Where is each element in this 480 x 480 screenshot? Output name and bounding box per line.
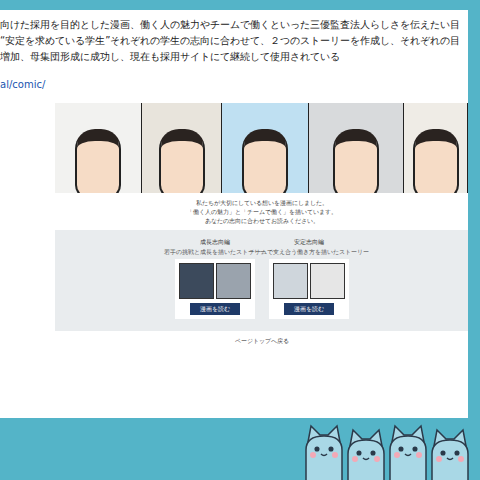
story-title: 成長志向編	[200, 238, 230, 246]
manga-cell	[179, 263, 214, 299]
side-strip	[468, 10, 480, 418]
manga-cell	[310, 263, 345, 299]
lead-line: あなたの志向に合わせてお読みください。	[205, 217, 319, 225]
banner-panel	[404, 103, 468, 193]
lead-line: 私たちが大切にしている想いを漫画にしました。	[196, 199, 328, 207]
cats-icon	[302, 422, 474, 480]
manga-cell	[216, 263, 251, 299]
banner-panel	[55, 103, 142, 193]
intro-line: 増加、母集団形成に成功し、現在も採用サイトにて継続して使用されている	[0, 51, 468, 63]
read-button[interactable]: 漫画を読む	[284, 303, 334, 315]
face-icon	[413, 129, 459, 193]
slide: 向けた採用を目的とした漫画、働く人の魅力やチームで働くといった三優監査法人らしさ…	[0, 0, 480, 480]
read-button[interactable]: 漫画を読む	[190, 303, 240, 315]
story-card: 成長志向編若手の挑戦と成長を描いたストーリー漫画を読む	[173, 238, 257, 319]
face-icon	[242, 129, 288, 193]
content: 向けた採用を目的とした漫画、働く人の魅力やチームで働くといった三優監査法人らしさ…	[0, 10, 468, 418]
bottom-band	[0, 418, 480, 480]
top-strip	[0, 0, 480, 10]
manga-preview	[179, 263, 251, 299]
story-card: 安定志向編チームで支え合う働き方を描いたストーリー漫画を読む	[267, 238, 351, 319]
banner-panel	[222, 103, 309, 193]
back-to-top[interactable]: ページトップへ戻る	[55, 331, 468, 353]
story-box: 漫画を読む	[175, 259, 255, 319]
banner-panel	[309, 103, 404, 193]
comic-link[interactable]: al/comic/	[0, 79, 468, 91]
manga-preview	[273, 263, 345, 299]
intro-line: “安定を求めている学生”それぞれの学生の志向に合わせて、２つのストーリーを作成し…	[0, 35, 468, 47]
site-screenshot: 私たちが大切にしている想いを漫画にしました。「働く人の魅力」と「チームで働く」を…	[55, 103, 468, 353]
banner-panel	[142, 103, 221, 193]
story-box: 漫画を読む	[269, 259, 349, 319]
story-body: チームで支え合う働き方を描いたストーリー	[249, 249, 369, 256]
manga-cell	[273, 263, 308, 299]
intro: 向けた採用を目的とした漫画、働く人の魅力やチームで働くといった三優監査法人らしさ…	[0, 10, 468, 63]
face-icon	[159, 129, 205, 193]
story-section: 成長志向編若手の挑戦と成長を描いたストーリー漫画を読む安定志向編チームで支え合う…	[55, 230, 468, 331]
lead-line: 「働く人の魅力」と「チームで働く」を描いています。	[187, 208, 337, 216]
story-title: 安定志向編	[294, 238, 324, 246]
lead: 私たちが大切にしている想いを漫画にしました。「働く人の魅力」と「チームで働く」を…	[55, 193, 468, 230]
face-icon	[75, 129, 121, 193]
face-icon	[333, 129, 379, 193]
slide-body: 向けた採用を目的とした漫画、働く人の魅力やチームで働くといった三優監査法人らしさ…	[0, 10, 480, 418]
intro-line: 向けた採用を目的とした漫画、働く人の魅力やチームで働くといった三優監査法人らしさ…	[0, 19, 468, 31]
comic-banner	[55, 103, 468, 193]
